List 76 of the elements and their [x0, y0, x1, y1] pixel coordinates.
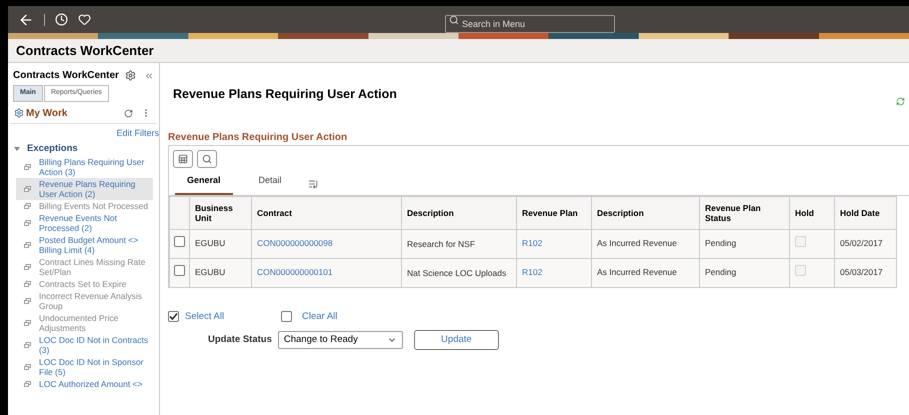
- column-header: Description: [402, 196, 516, 229]
- back-icon[interactable]: [18, 12, 34, 28]
- sidebar-item[interactable]: LOC Doc ID Not in Contracts (3): [16, 334, 153, 356]
- update-status-label: Update Status: [208, 332, 272, 347]
- window-icon: [24, 264, 31, 270]
- column-header: Revenue Plan: [516, 196, 592, 229]
- search-button[interactable]: [197, 150, 217, 168]
- search-field[interactable]: Search in Menu: [445, 14, 615, 32]
- window-icon: [24, 298, 31, 304]
- search-icon: [202, 154, 212, 164]
- contract-link[interactable]: CON000000000098: [257, 238, 333, 248]
- table-cell: Research for NSF: [402, 229, 516, 258]
- column-header: Contract: [252, 196, 402, 229]
- history-icon[interactable]: [55, 13, 68, 26]
- settings-icon[interactable]: [125, 70, 136, 81]
- column-header: Description: [592, 196, 700, 229]
- column-header: Hold Date: [834, 196, 896, 229]
- refresh-icon[interactable]: [896, 97, 905, 106]
- grid-title: Revenue Plans Requiring User Action: [168, 131, 348, 145]
- window-icon: [24, 320, 31, 326]
- window-icon: [24, 220, 31, 226]
- window-icon: [24, 242, 31, 248]
- table-cell: Nat Science LOC Uploads: [402, 258, 516, 287]
- column-header: Revenue Plan Status: [700, 196, 790, 229]
- revenue-plan-link[interactable]: R102: [522, 267, 542, 278]
- sidebar-item[interactable]: LOC Doc ID Not in Sponsor File (5): [16, 356, 153, 378]
- sidebar-item[interactable]: Revenue Plans Requiring User Action (2): [16, 178, 153, 200]
- table-cell: EGUBU: [190, 258, 252, 287]
- grid-tab[interactable]: General: [175, 174, 233, 194]
- table-cell: Pending: [700, 229, 790, 258]
- table-cell: As Incurred Revenue: [592, 229, 700, 258]
- window-icon: [24, 281, 31, 288]
- sidebar-title: Contracts WorkCenter: [13, 69, 120, 83]
- hold-checkbox[interactable]: [795, 265, 806, 276]
- clear-all-link[interactable]: Clear All: [302, 310, 338, 324]
- column-header: Business Unit: [190, 196, 252, 229]
- clear-all-checkbox[interactable]: [281, 311, 292, 322]
- column-header: Hold: [790, 196, 834, 229]
- select-all-link[interactable]: Select All: [185, 310, 275, 324]
- window-icon: [24, 381, 31, 388]
- row-checkbox[interactable]: [174, 265, 185, 276]
- window-icon: [24, 164, 31, 170]
- personalize-button[interactable]: [173, 150, 193, 168]
- update-status-dropdown[interactable]: Change to Ready: [278, 330, 403, 349]
- expanded-caret-icon[interactable]: [14, 147, 20, 152]
- update-button[interactable]: Update: [414, 330, 499, 350]
- table-cell: 05/03/2017: [834, 258, 896, 287]
- gear-icon: [14, 108, 24, 118]
- window-icon: [24, 186, 31, 192]
- sidebar-item[interactable]: Revenue Events Not Processed (2): [16, 212, 153, 234]
- select-all-checkbox[interactable]: [168, 311, 179, 322]
- revenue-plan-link[interactable]: R102: [522, 238, 542, 248]
- table-cell: EGUBU: [190, 229, 252, 258]
- sidebar-item[interactable]: Billing Plans Requiring User Action (3): [16, 156, 153, 178]
- sidebar-item[interactable]: Posted Budget Amount <> Billing Limit (4): [16, 234, 153, 256]
- page-title: Contracts WorkCenter: [16, 42, 154, 60]
- window-icon: [24, 203, 31, 210]
- hold-checkbox[interactable]: [795, 236, 806, 248]
- window-icon: [24, 342, 31, 348]
- favorites-icon[interactable]: [78, 13, 91, 26]
- main-title: Revenue Plans Requiring User Action: [173, 86, 398, 104]
- row-checkbox[interactable]: [174, 236, 185, 248]
- grid-tab[interactable]: Detail: [246, 174, 294, 194]
- window-icon: [24, 364, 31, 370]
- edit-filters-link[interactable]: Edit Filters: [116, 126, 159, 140]
- sidebar-item[interactable]: LOC Authorized Amount <>: [16, 378, 153, 390]
- group-title: Exceptions: [27, 142, 78, 156]
- table-cell: As Incurred Revenue: [592, 258, 700, 287]
- grid-icon: [178, 154, 188, 164]
- table-cell: 05/02/2017: [834, 229, 896, 258]
- search-icon: [449, 14, 459, 24]
- contract-link[interactable]: CON000000000101: [257, 267, 333, 278]
- section-title: My Work: [26, 106, 68, 120]
- refresh-icon[interactable]: [124, 108, 133, 118]
- collapse-icon[interactable]: [144, 70, 154, 80]
- table-cell: Pending: [700, 258, 790, 287]
